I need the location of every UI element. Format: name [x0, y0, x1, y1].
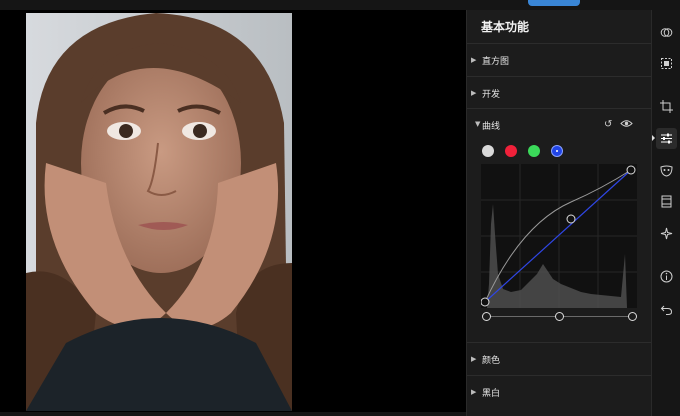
- select-area-icon[interactable]: [656, 53, 677, 74]
- panel-title: 基本功能: [481, 20, 530, 34]
- portrait-photo: [26, 13, 292, 411]
- channel-red-button[interactable]: [505, 145, 517, 157]
- overlap-circles-icon[interactable]: [656, 22, 677, 43]
- mask-icon[interactable]: [656, 160, 677, 181]
- section-curves[interactable]: ▼ 曲线 ↺: [467, 108, 652, 139]
- section-label: 曲线: [482, 122, 501, 132]
- curve-graph[interactable]: [481, 164, 637, 308]
- slider-knob-mid[interactable]: [555, 312, 564, 321]
- right-toolbar: [651, 10, 680, 416]
- magic-sparkle-icon[interactable]: [656, 223, 677, 244]
- expand-caret-icon: ▶: [471, 56, 477, 64]
- image-canvas[interactable]: [0, 10, 466, 416]
- slider-knob-min[interactable]: [482, 312, 491, 321]
- expand-caret-icon: ▶: [471, 355, 477, 363]
- slider-knob-max[interactable]: [628, 312, 637, 321]
- adjust-sliders-icon[interactable]: [652, 128, 677, 149]
- canvas-bottom-strip: [0, 412, 466, 416]
- section-color[interactable]: ▶ 颜色: [467, 342, 652, 375]
- expand-caret-icon: ▶: [471, 388, 477, 396]
- section-label: 开发: [482, 89, 501, 100]
- active-marker: [652, 135, 655, 141]
- eye-icon[interactable]: [620, 117, 633, 130]
- top-tab-indicator[interactable]: [528, 0, 580, 6]
- adjustments-panel: 基本功能 ▶ 直方图 ▶ 开发 ▼ 曲线 ↺ ▶ 颜色 ▶ 黑白: [466, 10, 652, 416]
- section-label: 黑白: [482, 388, 501, 399]
- channel-white-button[interactable]: [482, 145, 494, 157]
- section-histogram[interactable]: ▶ 直方图: [467, 43, 652, 76]
- undo-icon[interactable]: [656, 299, 677, 320]
- reset-icon[interactable]: ↺: [604, 119, 612, 130]
- crop-icon[interactable]: [656, 96, 677, 117]
- section-bw[interactable]: ▶ 黑白: [467, 375, 652, 408]
- channel-blue-button[interactable]: [551, 145, 563, 157]
- section-label: 直方图: [482, 56, 510, 67]
- expand-caret-icon: ▶: [471, 89, 477, 97]
- frame-icon[interactable]: [656, 191, 677, 212]
- section-label: 颜色: [482, 355, 501, 366]
- info-icon[interactable]: [656, 266, 677, 287]
- section-levels[interactable]: ▶ 开发: [467, 76, 652, 109]
- channel-green-button[interactable]: [528, 145, 540, 157]
